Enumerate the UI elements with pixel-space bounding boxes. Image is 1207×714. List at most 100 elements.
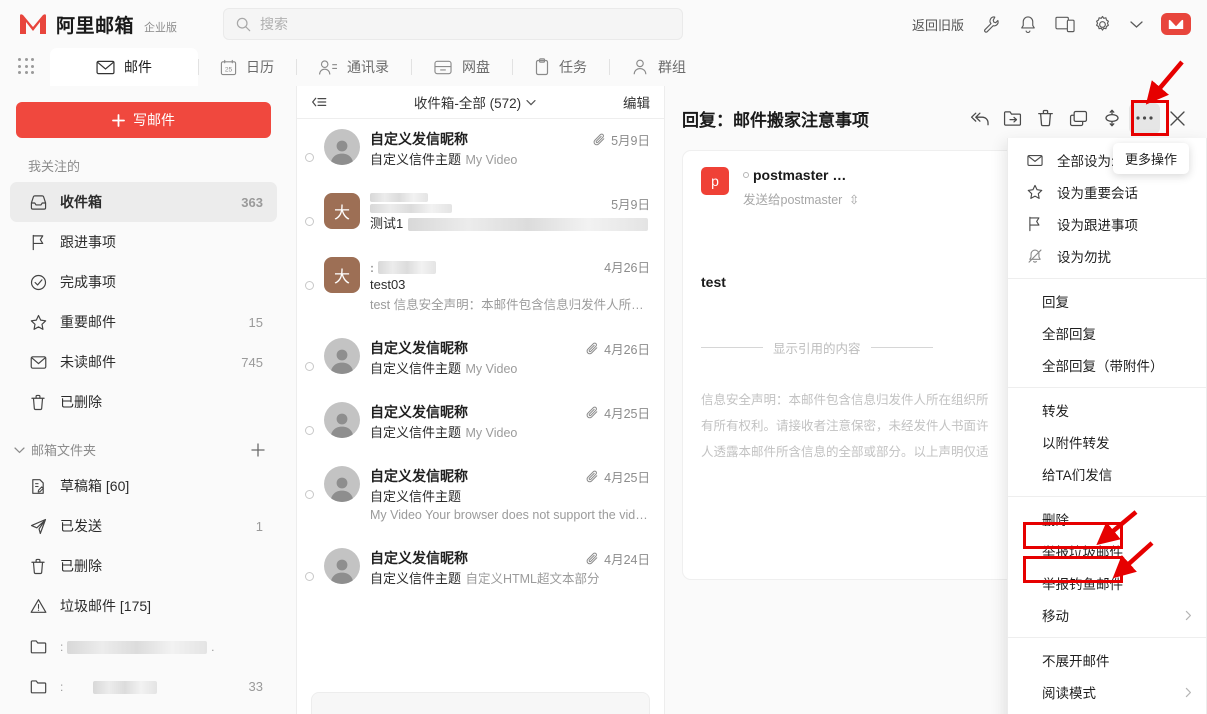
recipient-row[interactable]: 发送给postmaster ⇳ xyxy=(743,189,859,208)
list-item-sender: 自定义发信昵称 xyxy=(370,402,586,422)
sidebar-item-important[interactable]: 重要邮件 15 xyxy=(10,302,277,342)
close-icon[interactable] xyxy=(1162,103,1193,134)
list-item[interactable]: 自定义发信昵称 4月25日 自定义信件主题 My Video xyxy=(297,390,664,454)
tab-calendar-label: 日历 xyxy=(246,57,274,77)
list-item-line1: 自定义发信昵称 4月25日 xyxy=(370,466,650,486)
sidebar-item-label: 未读邮件 xyxy=(60,352,241,372)
chevron-right-icon xyxy=(1185,687,1192,698)
sidebar-item-count: 1 xyxy=(256,519,263,534)
tab-group-label: 群组 xyxy=(658,57,686,77)
menu-item-reply[interactable]: 回复 xyxy=(1008,285,1206,317)
menu-item-mark-important-conversation[interactable]: 设为重要会话 xyxy=(1008,176,1206,208)
tab-drive[interactable]: 网盘 xyxy=(411,48,512,86)
more-actions-icon[interactable] xyxy=(1129,103,1160,134)
list-item[interactable]: 自定义发信昵称 5月9日 自定义信件主题 My Video xyxy=(297,119,664,181)
svg-text:25: 25 xyxy=(225,66,233,73)
menu-item-mark-do-not-disturb[interactable]: 设为勿扰 xyxy=(1008,240,1206,272)
list-item[interactable]: 自定义发信昵称 4月26日 自定义信件主题 My Video xyxy=(297,326,664,390)
select-checkbox[interactable] xyxy=(305,362,314,371)
sidebar-item-custom-folder-2[interactable]: : 33 xyxy=(10,666,277,706)
sidebar-item-spam[interactable]: 垃圾邮件 [175] xyxy=(10,586,277,626)
menu-item-move[interactable]: 移动 xyxy=(1008,599,1206,631)
list-item[interactable]: 大 : 4月26日 test03 test 信息安全声明：本邮件包含信息归发件人… xyxy=(297,245,664,326)
sidebar: 写邮件 我关注的 收件箱 363 跟进事项 完成事项 xyxy=(0,86,287,714)
reply-all-icon[interactable] xyxy=(964,103,995,134)
menu-item-open-in-tab[interactable]: 标签页查看 xyxy=(1008,708,1206,714)
compose-button[interactable]: 写邮件 xyxy=(16,102,271,138)
menu-item-report-phishing[interactable]: 举报钓鱼邮件 xyxy=(1008,567,1206,599)
avatar xyxy=(324,402,360,438)
presence-dot-icon xyxy=(743,172,749,178)
list-item-line1: 自定义发信昵称 5月9日 xyxy=(370,129,650,149)
avatar[interactable] xyxy=(1161,13,1191,35)
sidebar-item-inbox[interactable]: 收件箱 363 xyxy=(10,182,277,222)
tab-contacts[interactable]: 通讯录 xyxy=(296,48,411,86)
search-input[interactable]: 搜索 xyxy=(223,8,683,40)
print-icon[interactable] xyxy=(1096,103,1127,134)
sidebar-item-trash[interactable]: 已删除 xyxy=(10,546,277,586)
select-checkbox[interactable] xyxy=(305,572,314,581)
edit-button[interactable]: 编辑 xyxy=(623,92,650,112)
expand-recipients-icon[interactable]: ⇳ xyxy=(849,193,859,207)
mail-list-title[interactable]: 收件箱-全部 (572) xyxy=(327,92,623,112)
sidebar-item-custom-folder-1[interactable]: : . xyxy=(10,626,277,666)
bell-icon[interactable] xyxy=(1019,15,1037,34)
avatar: 大 xyxy=(324,257,360,293)
list-item[interactable]: 自定义发信昵称 4月25日 自定义信件主题 My Video Your brow… xyxy=(297,454,664,536)
menu-item-mail-to-them[interactable]: 给TA们发信 xyxy=(1008,458,1206,490)
menu-item-reply-all-with-attachments[interactable]: 全部回复（带附件） xyxy=(1008,349,1206,381)
sidebar-item-count: 745 xyxy=(241,355,263,370)
chevron-down-icon[interactable] xyxy=(1130,20,1143,29)
back-to-legacy-link[interactable]: 返回旧版 xyxy=(912,15,964,34)
list-item[interactable]: 大 5月9日 测试1 xyxy=(297,181,664,245)
list-item-subject: 自定义信件主题 xyxy=(370,361,461,376)
search-area: 搜索 xyxy=(223,8,683,40)
sidebar-item-deleted[interactable]: 已删除 xyxy=(10,382,277,422)
sidebar-item-drafts[interactable]: 草稿箱 [60] xyxy=(10,466,277,506)
attachment-icon xyxy=(586,470,599,483)
sidebar-item-unread[interactable]: 未读邮件 745 xyxy=(10,342,277,382)
select-checkbox[interactable] xyxy=(305,490,314,499)
tab-mail[interactable]: 邮件 xyxy=(50,48,198,86)
app-grid-icon[interactable] xyxy=(18,58,36,76)
list-item-sender: 自定义发信昵称 xyxy=(370,129,593,149)
add-folder-icon[interactable] xyxy=(251,443,265,457)
move-to-folder-icon[interactable] xyxy=(997,103,1028,134)
list-item-date-label: 4月24日 xyxy=(604,549,650,568)
copy-icon[interactable] xyxy=(1063,103,1094,134)
menu-item-collapse-mail[interactable]: 不展开邮件 xyxy=(1008,644,1206,676)
menu-item-forward-as-attachment[interactable]: 以附件转发 xyxy=(1008,426,1206,458)
tab-mail-label: 邮件 xyxy=(124,57,152,77)
delete-icon[interactable] xyxy=(1030,103,1061,134)
check-circle-icon xyxy=(28,274,48,291)
menu-item-forward[interactable]: 转发 xyxy=(1008,394,1206,426)
menu-item-report-spam[interactable]: 举报垃圾邮件 xyxy=(1008,535,1206,567)
trash-icon xyxy=(28,558,48,575)
sidebar-section-folders[interactable]: 邮箱文件夹 xyxy=(0,422,287,466)
select-checkbox[interactable] xyxy=(305,217,314,226)
gear-icon[interactable] xyxy=(1093,15,1112,34)
menu-item-reading-mode[interactable]: 阅读模式 xyxy=(1008,676,1206,708)
sidebar-item-followup[interactable]: 跟进事项 xyxy=(10,222,277,262)
device-icon[interactable] xyxy=(1055,15,1075,33)
tab-group[interactable]: 群组 xyxy=(609,48,708,86)
select-checkbox[interactable] xyxy=(305,153,314,162)
select-checkbox[interactable] xyxy=(305,426,314,435)
sidebar-item-completed[interactable]: 完成事项 xyxy=(10,262,277,302)
sidebar-item-sent[interactable]: 已发送 1 xyxy=(10,506,277,546)
menu-item-label: 举报垃圾邮件 xyxy=(1042,541,1192,561)
wrench-icon[interactable] xyxy=(982,15,1001,34)
star-icon xyxy=(1026,184,1043,200)
list-item-date: 5月9日 xyxy=(611,194,650,213)
sender-name-row: postmaster … xyxy=(743,167,859,183)
tab-task[interactable]: 任务 xyxy=(512,48,609,86)
menu-item-reply-all[interactable]: 全部回复 xyxy=(1008,317,1206,349)
sidebar-item-label: 草稿箱 [60] xyxy=(60,476,263,496)
list-item[interactable]: 自定义发信昵称 4月24日 自定义信件主题 自定义HTML超文本部分 xyxy=(297,536,664,600)
tab-contacts-label: 通讯录 xyxy=(347,57,389,77)
tab-calendar[interactable]: 25 日历 xyxy=(198,48,296,86)
menu-item-mark-followup[interactable]: 设为跟进事项 xyxy=(1008,208,1206,240)
select-checkbox[interactable] xyxy=(305,281,314,290)
menu-item-delete[interactable]: 删除 xyxy=(1008,503,1206,535)
collapse-panel-icon[interactable] xyxy=(311,95,327,109)
